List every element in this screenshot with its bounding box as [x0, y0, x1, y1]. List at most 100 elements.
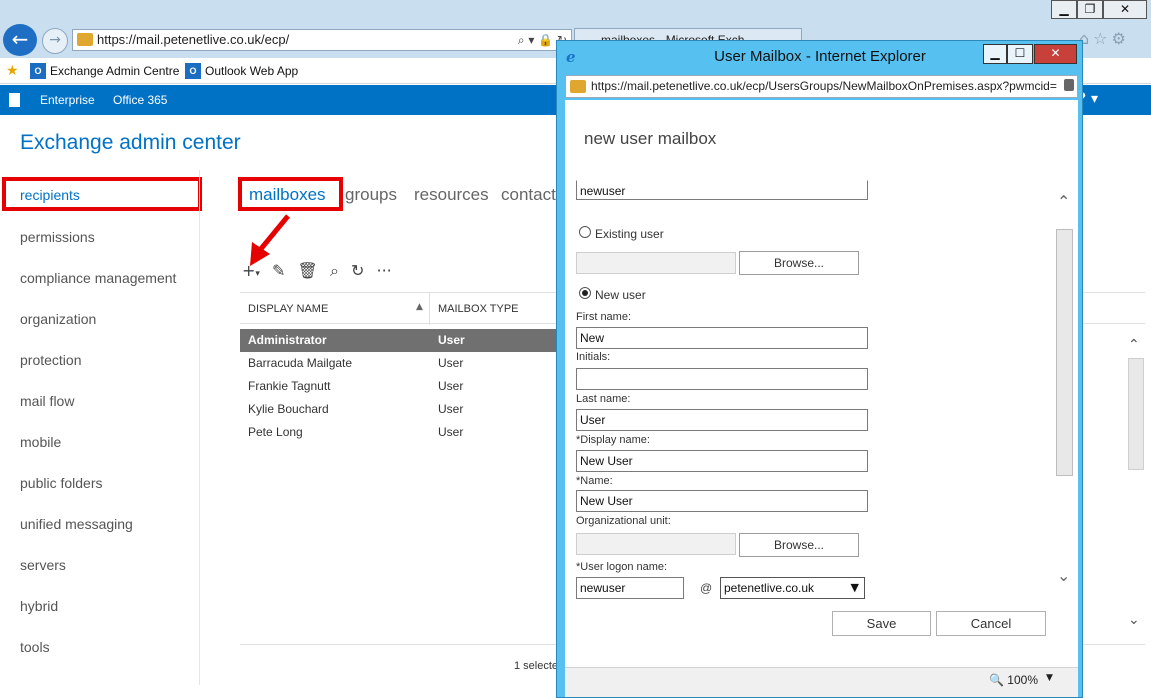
new-user-radio[interactable] — [579, 287, 591, 299]
nav-item-recipients[interactable]: recipients — [20, 187, 80, 203]
column-divider — [429, 293, 430, 325]
cell-display-name: Pete Long — [248, 425, 303, 439]
existing-user-radio[interactable] — [579, 226, 591, 238]
suite-office365-link[interactable]: Office 365 — [113, 93, 167, 107]
popup-close-icon[interactable]: ✕ — [1034, 44, 1077, 64]
nav-item-mobile[interactable]: mobile — [20, 434, 61, 450]
edit-icon[interactable]: ✎ — [272, 261, 285, 280]
tab-resources[interactable]: resources — [414, 185, 489, 205]
zoom-icon: 🔍 — [989, 673, 1004, 687]
name-field[interactable]: New User — [576, 490, 868, 512]
page-title: Exchange admin center — [20, 131, 241, 154]
first-name-field[interactable]: New — [576, 327, 868, 349]
cancel-button[interactable]: Cancel — [936, 611, 1046, 636]
at-symbol: @ — [700, 581, 713, 595]
new-user-label: New user — [595, 288, 646, 302]
last-name-field[interactable]: User — [576, 409, 868, 431]
popup-scroll-down-icon[interactable]: ⌄ — [1057, 566, 1070, 585]
cell-mailbox-type: User — [438, 425, 464, 439]
popup-maximize-icon[interactable]: ☐ — [1007, 44, 1033, 64]
table-row[interactable]: Pete Long User — [240, 421, 557, 444]
zoom-level[interactable]: 🔍 100% — [989, 673, 1038, 687]
table-row[interactable]: Frankie Tagnutt User — [240, 375, 557, 398]
cell-mailbox-type: User — [438, 379, 464, 393]
more-icon[interactable]: ··· — [377, 261, 392, 280]
tab-mailboxes[interactable]: mailboxes — [249, 185, 326, 205]
nav-item-mail-flow[interactable]: mail flow — [20, 393, 74, 409]
details-scroll-up-icon[interactable]: ⌃ — [1128, 337, 1140, 353]
display-name-field[interactable]: New User — [576, 450, 868, 472]
add-icon[interactable]: +▾ — [242, 261, 260, 280]
cell-mailbox-type: User — [438, 402, 464, 416]
tab-contacts[interactable]: contacts — [501, 185, 564, 205]
popup-scrollbar-thumb[interactable] — [1056, 229, 1073, 476]
back-arrow-icon[interactable]: ← — [3, 24, 37, 56]
cell-display-name: Administrator — [248, 333, 327, 347]
internet-explorer-icon: e — [566, 48, 576, 66]
last-name-label: Last name: — [576, 393, 631, 405]
nav-item-permissions[interactable]: permissions — [20, 229, 95, 245]
outlook-icon: O — [185, 63, 201, 79]
home-star-gear-icons[interactable]: ⌂☆⚙ — [1079, 29, 1149, 49]
alias-field[interactable]: newuser — [576, 180, 868, 200]
close-icon[interactable]: ✕ — [1103, 0, 1147, 19]
nav-item-compliance[interactable]: compliance management — [20, 270, 176, 286]
chevron-down-icon: ▼ — [850, 581, 859, 594]
cell-display-name: Kylie Bouchard — [248, 402, 329, 416]
organizational-unit-browse-button[interactable]: Browse... — [739, 533, 859, 557]
toolbar: +▾ ✎ 🗑 ⌕ ↻ ··· — [242, 261, 399, 281]
tab-groups[interactable]: groups — [345, 185, 397, 205]
details-scrollbar[interactable] — [1128, 358, 1144, 470]
nav-item-unified-messaging[interactable]: unified messaging — [20, 516, 133, 532]
column-header-mailbox-type[interactable]: MAILBOX TYPE — [438, 303, 519, 315]
popup-scroll-up-icon[interactable]: ⌃ — [1057, 192, 1070, 211]
favorite-label: Outlook Web App — [205, 64, 299, 78]
existing-user-label: Existing user — [595, 227, 664, 241]
domain-select-value: petenetlive.co.uk — [724, 581, 815, 595]
site-icon — [570, 80, 586, 93]
address-bar[interactable]: https://mail.petenetlive.co.uk/ecp/ ⌕ ▾ … — [72, 29, 572, 51]
table-row[interactable]: Administrator User — [240, 329, 557, 352]
details-scroll-down-icon[interactable]: ⌄ — [1128, 612, 1140, 628]
table-row[interactable]: Kylie Bouchard User — [240, 398, 557, 421]
minimize-icon[interactable]: ▁ — [1051, 0, 1077, 19]
popup-address-text: https://mail.petenetlive.co.uk/ecp/Users… — [591, 79, 1057, 93]
cell-mailbox-type: User — [438, 356, 464, 370]
nav-item-hybrid[interactable]: hybrid — [20, 598, 58, 614]
favorite-owa[interactable]: O Outlook Web App — [183, 63, 298, 79]
popup-heading: new user mailbox — [584, 129, 717, 148]
favorite-exchange-admin[interactable]: O Exchange Admin Centre — [28, 63, 179, 79]
nav-item-protection[interactable]: protection — [20, 352, 81, 368]
sort-ascending-icon[interactable]: ▲ — [416, 302, 423, 312]
cell-display-name: Barracuda Mailgate — [248, 356, 353, 370]
column-header-display-name[interactable]: DISPLAY NAME — [248, 303, 328, 315]
save-button[interactable]: Save — [832, 611, 931, 636]
existing-user-browse-button[interactable]: Browse... — [739, 251, 859, 275]
forward-arrow-icon[interactable]: → — [42, 28, 68, 54]
site-icon — [77, 33, 93, 46]
nav-item-organization[interactable]: organization — [20, 311, 96, 327]
restore-icon[interactable]: ❐ — [1077, 0, 1103, 19]
refresh-icon[interactable]: ↻ — [351, 261, 364, 280]
name-label: *Name: — [576, 475, 613, 487]
suite-enterprise-link[interactable]: Enterprise — [40, 93, 95, 107]
organizational-unit-label: Organizational unit: — [576, 515, 671, 527]
nav-item-tools[interactable]: tools — [20, 639, 50, 655]
popup-minimize-icon[interactable]: ▁ — [983, 44, 1007, 64]
nav-item-public-folders[interactable]: public folders — [20, 475, 103, 491]
nav-item-servers[interactable]: servers — [20, 557, 66, 573]
initials-field[interactable] — [576, 368, 868, 390]
favorites-star-icon[interactable]: ★ — [6, 63, 19, 79]
table-row[interactable]: Barracuda Mailgate User — [240, 352, 557, 375]
cell-mailbox-type: User — [438, 333, 465, 347]
existing-user-field — [576, 252, 736, 274]
user-logon-name-field[interactable]: newuser — [576, 577, 684, 599]
delete-icon[interactable]: 🗑 — [298, 261, 318, 280]
lock-icon — [1064, 79, 1074, 91]
domain-select[interactable]: petenetlive.co.uk ▼ — [720, 577, 865, 599]
popup-address-bar[interactable]: https://mail.petenetlive.co.uk/ecp/Users… — [565, 75, 1078, 98]
search-icon[interactable]: ⌕ — [330, 261, 339, 280]
favorite-label: Exchange Admin Centre — [50, 64, 180, 78]
nav-divider — [199, 170, 200, 685]
zoom-dropdown-icon[interactable]: ▼ — [1046, 673, 1053, 683]
